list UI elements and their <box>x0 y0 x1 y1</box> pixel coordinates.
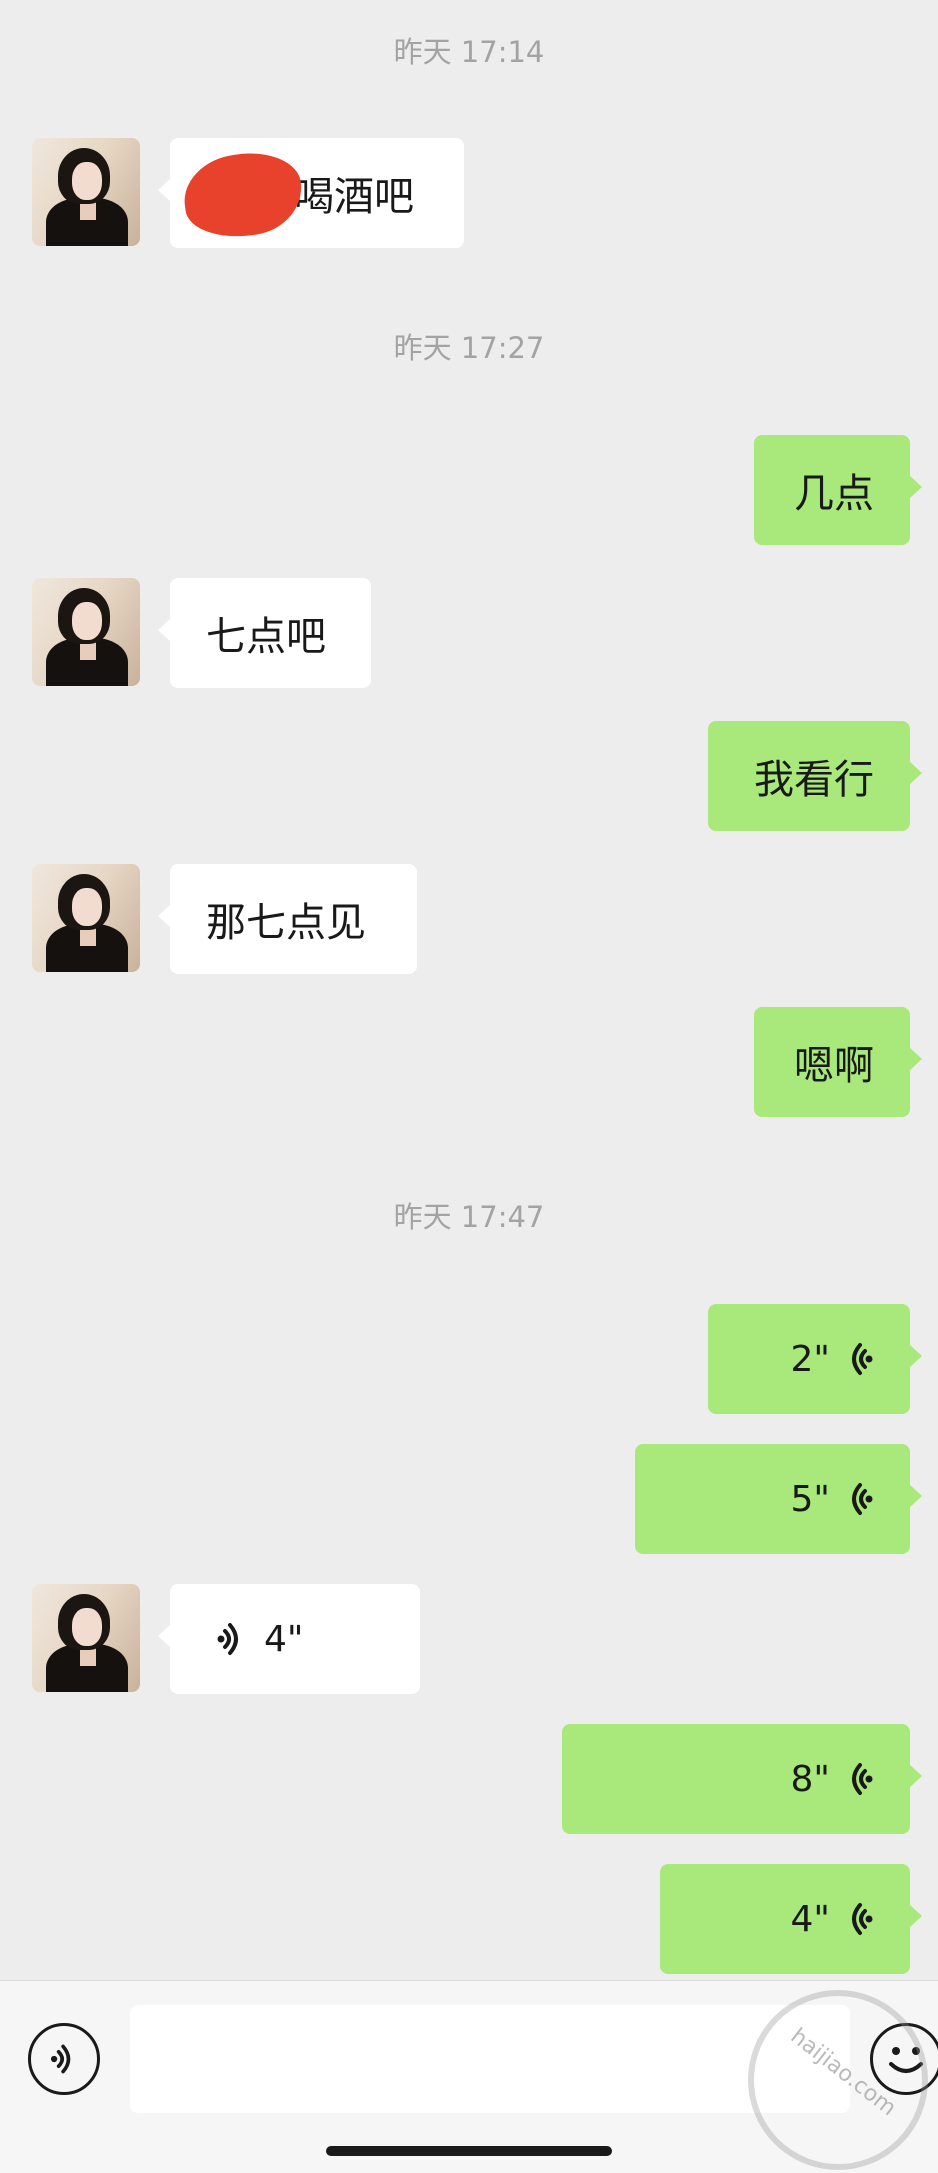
voice-wave-icon <box>852 1343 873 1375</box>
message-bubble-outgoing[interactable]: 嗯啊 <box>754 1007 922 1117</box>
voice-wave-icon <box>217 1623 238 1655</box>
voice-wave-icon <box>852 1763 873 1795</box>
voice-duration: 5" <box>790 1478 830 1520</box>
voice-wave-icon <box>852 1483 873 1515</box>
voice-duration: 8" <box>790 1758 830 1800</box>
voice-message-outgoing[interactable]: 4" <box>660 1864 922 1974</box>
voice-duration: 4" <box>790 1898 830 1940</box>
message-bubble-outgoing[interactable]: 几点 <box>754 435 922 545</box>
message-text: 几点 <box>794 471 874 517</box>
voice-message-outgoing[interactable]: 2" <box>708 1304 922 1414</box>
timestamp: 昨天 17:27 <box>393 331 545 365</box>
contact-avatar[interactable] <box>32 138 140 246</box>
voice-wave-icon <box>852 1903 873 1935</box>
redaction-scribble <box>178 146 308 244</box>
timestamp: 昨天 17:47 <box>393 1200 545 1234</box>
voice-input-button[interactable] <box>28 2023 100 2095</box>
chat-area[interactable]: 昨天 17:14 喝酒吧 昨天 17:27 几点 七点吧 我看行 那七点见 嗯啊… <box>0 0 938 1980</box>
voice-message-outgoing[interactable]: 8" <box>562 1724 922 1834</box>
home-indicator[interactable] <box>326 2146 612 2156</box>
voice-message-outgoing[interactable]: 5" <box>635 1444 922 1554</box>
message-bubble-incoming[interactable]: 喝酒吧 <box>158 138 464 248</box>
message-text: 我看行 <box>754 757 874 803</box>
message-bubble-incoming[interactable]: 那七点见 <box>158 864 417 974</box>
timestamp: 昨天 17:14 <box>393 35 545 69</box>
message-text: 嗯啊 <box>794 1043 874 1089</box>
message-bubble-incoming[interactable]: 七点吧 <box>158 578 371 688</box>
message-text: 喝酒吧 <box>294 174 414 220</box>
contact-avatar[interactable] <box>32 578 140 686</box>
contact-avatar[interactable] <box>32 864 140 972</box>
voice-message-incoming[interactable]: 4" <box>158 1584 420 1694</box>
message-text: 那七点见 <box>206 900 366 946</box>
message-bubble-outgoing[interactable]: 我看行 <box>708 721 922 831</box>
message-input[interactable] <box>130 2005 850 2113</box>
message-text: 七点吧 <box>206 614 326 660</box>
voice-duration: 4" <box>264 1618 304 1660</box>
contact-avatar[interactable] <box>32 1584 140 1692</box>
voice-icon <box>50 2044 71 2074</box>
voice-duration: 2" <box>790 1338 830 1380</box>
